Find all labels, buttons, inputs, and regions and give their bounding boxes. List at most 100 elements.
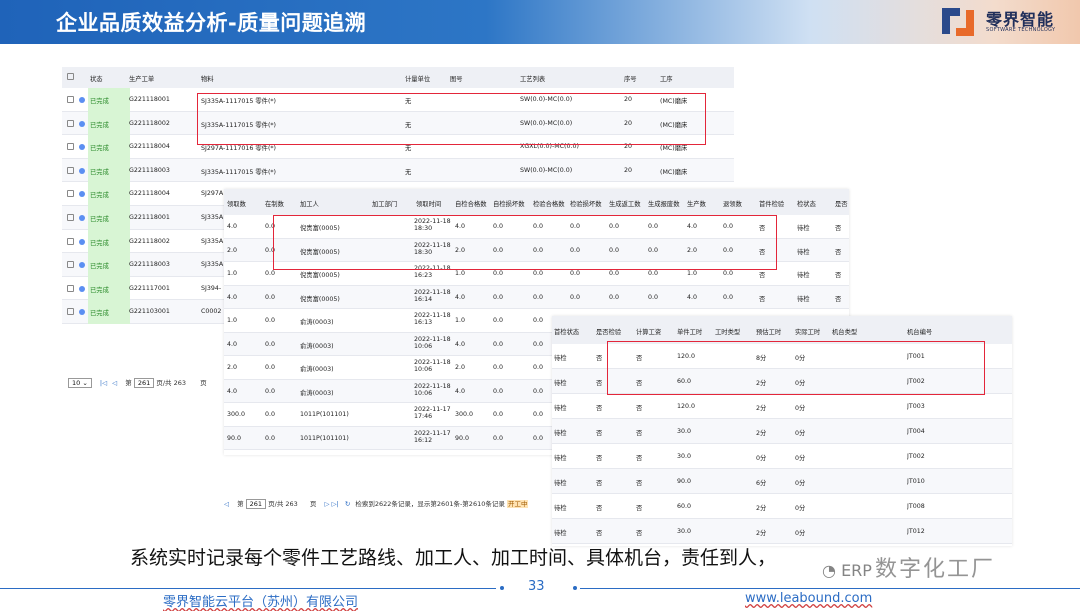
row-checkbox[interactable] [67, 96, 76, 105]
table-cell: G221118003 [129, 261, 170, 269]
table-cell: (MC)磨床 [660, 98, 688, 105]
table-cell: 0.0 [609, 293, 620, 301]
page-label-suffix: 页 [309, 500, 317, 508]
footer-url[interactable]: www.leabound.com [745, 591, 872, 606]
table-cell: 0.0 [493, 270, 504, 277]
column-header: 在制数 [265, 201, 284, 208]
status-dot-icon [79, 238, 86, 246]
row-checkbox[interactable] [67, 166, 76, 176]
page-title: 企业品质效益分析-质量问题追溯 [56, 11, 367, 35]
table-cell: 0.0 [570, 293, 581, 301]
row-checkbox[interactable] [67, 284, 76, 294]
table-cell: 4.0 [455, 340, 466, 348]
status-badge: 已完成 [90, 98, 109, 105]
table-cell: 0分 [756, 455, 767, 462]
table-cell: 1.0 [227, 317, 238, 324]
table-cell: G221118002 [129, 237, 170, 245]
table-cell: 0.0 [533, 246, 544, 254]
table-cell: 待检 [554, 405, 567, 412]
table-cell [450, 167, 520, 177]
refresh-icon[interactable]: ↻ [345, 500, 350, 508]
table-cell: SW(0.0)-MC(0.0) [520, 166, 573, 174]
table-cell: 0.0 [533, 223, 544, 230]
timestamp-cell: 2022-11-18 16:13 [414, 312, 451, 326]
table-cell: 无 [405, 98, 412, 105]
row-checkbox[interactable] [67, 214, 76, 223]
page-label-prefix: 第 [125, 379, 132, 387]
timestamp-cell: 2022-11-18 18:30 [414, 218, 451, 232]
prev-page-icon[interactable]: ◁ [224, 500, 229, 508]
table-cell: 否 [636, 380, 643, 387]
status-dot-icon [79, 97, 86, 104]
select-all-checkbox[interactable] [67, 73, 76, 82]
status-badge: 已完成 [90, 239, 109, 247]
table-cell: 1011P(101101) [300, 411, 349, 418]
table-cell: 0.0 [609, 223, 620, 230]
table-cell: 0.0 [570, 223, 581, 230]
column-header: 实际工时 [795, 329, 821, 336]
last-page-icon[interactable]: ▷| [332, 500, 339, 508]
timestamp-cell: 2022-11-18 10:06 [414, 359, 451, 373]
table-cell: 0.0 [493, 434, 504, 442]
table-cell: G221118001 [129, 96, 170, 103]
table-cell: 0分 [795, 505, 806, 512]
table-cell: 否 [596, 505, 603, 512]
status-badge: 已完成 [90, 168, 109, 176]
next-page-icon[interactable]: ▷ [324, 500, 329, 508]
table-cell: 待检 [554, 530, 567, 537]
table-cell: JT012 [907, 528, 925, 535]
table-cell: 0.0 [265, 387, 276, 395]
row-checkbox[interactable] [67, 119, 76, 129]
status-dot-icon [79, 144, 86, 151]
page-size-select[interactable]: 10 ⌄ [68, 378, 92, 388]
table-cell: 0分 [795, 430, 806, 437]
column-header: 加工部门 [372, 201, 398, 208]
table-cell: 20 [624, 119, 633, 127]
table-cell: 否 [759, 295, 766, 303]
table-cell: JT010 [907, 478, 925, 485]
table-cell: G221118004 [129, 143, 170, 151]
row-checkbox[interactable] [67, 190, 76, 199]
footer-dot-left [500, 586, 504, 590]
column-header: 是否检验 [596, 329, 622, 336]
page-number-input[interactable]: 261 [133, 378, 155, 388]
table-cell: 待检 [797, 248, 810, 256]
table-cell: 20 [624, 96, 633, 103]
table-cell: 1.0 [455, 270, 466, 277]
row-checkbox[interactable] [67, 237, 76, 247]
page-label-prefix: 第 [237, 500, 244, 508]
table-cell: 无 [405, 145, 412, 153]
status-badge: 已完成 [90, 286, 109, 294]
table-cell: JT003 [907, 403, 925, 410]
column-header: 领取数 [227, 201, 246, 208]
column-header: 是否 [835, 201, 848, 208]
table-cell: 否 [835, 225, 842, 232]
row-checkbox[interactable] [67, 308, 76, 317]
row-checkbox[interactable] [67, 143, 76, 152]
table-cell: 0.0 [570, 246, 581, 254]
table-cell: SW(0.0)-MC(0.0) [520, 96, 573, 103]
table-cell: G221118001 [129, 214, 170, 221]
table-cell: 2.0 [227, 246, 238, 254]
table-cell: SJ335A-1117015 零件(*) [201, 121, 277, 129]
table-cell: 俞涛(0003) [300, 366, 334, 373]
column-header: 机台编号 [907, 329, 933, 336]
column-header: 检验合格数 [533, 201, 565, 208]
first-page-icon[interactable]: |◁ [100, 379, 107, 387]
timestamp-cell: 2022-11-17 16:12 [414, 429, 451, 444]
status-badge: 已完成 [90, 192, 109, 200]
table-cell: 否 [835, 272, 842, 279]
table-cell: 300.0 [227, 411, 246, 418]
watermark: ◔ ERP 数字化工厂 [822, 551, 995, 583]
row-checkbox[interactable] [67, 261, 76, 270]
machine-table: 首检状态 是否检验 计算工资 单件工时 工时类型 预估工时 实际工时 机台类型 机台编号 待检否否… [552, 316, 1012, 546]
prev-page-icon[interactable]: ◁ [112, 379, 117, 387]
page-number-input[interactable]: 261 [245, 499, 267, 509]
status-dot-icon [79, 215, 86, 222]
table-cell: 0.0 [265, 223, 276, 230]
table-cell: 0.0 [609, 270, 620, 277]
table-cell: 0分 [795, 380, 806, 387]
status-dot-icon [79, 285, 86, 293]
table-cell: SJ297A-1117016 零件(*) [201, 145, 277, 153]
column-header: 机台类型 [832, 329, 858, 336]
